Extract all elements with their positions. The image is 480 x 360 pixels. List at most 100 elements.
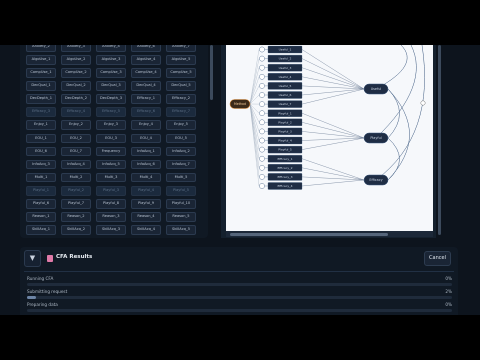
diagram-vertical-scrollbar[interactable] [437, 45, 442, 238]
variable-button[interactable]: Playful_1 [26, 185, 56, 196]
variable-button[interactable]: Reason_2 [61, 212, 91, 222]
variable-button[interactable]: DecQual_5 [166, 81, 196, 91]
step-percent: 0% [445, 276, 452, 281]
variable-button[interactable]: DecQual_2 [61, 81, 91, 91]
variable-button[interactable]: DecQual_3 [96, 81, 126, 91]
variable-button[interactable]: Efficacy_6 [131, 107, 161, 118]
variable-button[interactable]: InfoAcq_6 [131, 159, 161, 170]
variable-button[interactable]: Enjoy_2 [61, 120, 91, 131]
variable-button[interactable]: CompUse_4 [131, 68, 161, 78]
step-label: Preparing data [27, 302, 58, 307]
loading-path [301, 158, 365, 181]
collapse-toggle-button[interactable]: ▼ [24, 250, 41, 267]
variable-button[interactable]: Multi_3 [96, 172, 126, 183]
variable-button[interactable]: InfoAcq_2 [166, 146, 196, 157]
indicator-label: Useful_4 [279, 75, 292, 79]
variable-button[interactable]: DecDepth_2 [61, 94, 91, 104]
variable-button[interactable]: DecDepth_3 [96, 94, 126, 104]
variable-button[interactable]: Efficacy_3 [26, 107, 56, 118]
indicator-label: Efficacy_2 [277, 166, 292, 170]
variable-button[interactable]: Anxiety_6 [131, 45, 161, 52]
variable-button[interactable]: EOU_1 [26, 133, 56, 144]
variable-button[interactable]: CompUse_2 [61, 68, 91, 78]
variable-button[interactable]: InfoAcq_7 [166, 159, 196, 170]
variable-button[interactable]: EOU_6 [26, 146, 56, 157]
variable-button[interactable]: Efficacy_4 [61, 107, 91, 118]
variable-button[interactable]: Playful_9 [131, 198, 161, 209]
variable-button[interactable]: Multi_5 [166, 172, 196, 183]
indicator-label: Useful_1 [279, 48, 292, 52]
variable-button[interactable]: Anxiety_2 [26, 45, 56, 52]
variable-button[interactable]: Reason_5 [166, 212, 196, 222]
variable-button[interactable]: Anxiety_7 [166, 45, 196, 52]
variable-button[interactable]: AlgoUse_3 [96, 55, 126, 65]
variable-button[interactable]: Enjoy_5 [166, 120, 196, 131]
variable-button[interactable]: EOU_2 [61, 133, 91, 144]
variable-button[interactable]: CompUse_3 [96, 68, 126, 78]
variable-button[interactable]: Enjoy_4 [131, 120, 161, 131]
variable-button[interactable]: InfoAcq_3 [26, 159, 56, 170]
variable-button[interactable]: AlgoUse_4 [131, 55, 161, 65]
cancel-button[interactable]: Cancel [424, 251, 451, 266]
variable-button[interactable]: Reason_1 [26, 212, 56, 222]
variable-button[interactable]: Multi_2 [61, 172, 91, 183]
variable-button[interactable]: DecQual_4 [131, 81, 161, 91]
variable-button[interactable]: Playful_2 [61, 185, 91, 196]
variable-button[interactable]: InfoAcq_5 [96, 159, 126, 170]
variable-button[interactable]: CompUse_5 [166, 68, 196, 78]
variable-button[interactable]: InfoAcq_1 [131, 146, 161, 157]
indicator-label: Efficacy_1 [277, 157, 292, 161]
variable-button[interactable]: Anxiety_3 [61, 45, 91, 52]
indicator-label: Useful_6 [279, 93, 292, 97]
variable-button[interactable]: AlgoUse_5 [166, 55, 196, 65]
variable-button[interactable]: CompUse_1 [26, 68, 56, 78]
variable-button[interactable]: Anxiety_4 [96, 45, 126, 52]
indicator-label: Playful_5 [278, 148, 292, 152]
variable-button[interactable]: SkillAcq_2 [61, 225, 91, 235]
path-diagram-canvas[interactable]: Useful_1 Useful_2 Useful_3 Useful_4 Useful_5… [226, 45, 433, 231]
variable-button[interactable]: Playful_3 [96, 185, 126, 196]
scrollbar-thumb[interactable] [209, 45, 213, 100]
variable-button[interactable]: DecDepth_1 [26, 94, 56, 104]
variable-list-scrollbar[interactable] [209, 45, 213, 238]
variable-button[interactable]: Efficacy_7 [166, 107, 196, 118]
variable-button[interactable]: Playful_4 [131, 185, 161, 196]
scrollbar-thumb[interactable] [230, 232, 388, 236]
variable-button[interactable]: AlgoUse_1 [26, 55, 56, 65]
variable-button[interactable]: Efficacy_5 [96, 107, 126, 118]
variable-button[interactable]: Efficacy_1 [131, 94, 161, 104]
variable-button[interactable]: SkillAcq_5 [166, 225, 196, 235]
variable-button[interactable]: Frequency [96, 146, 126, 157]
variable-button[interactable]: AlgoUse_2 [61, 55, 91, 65]
variable-button[interactable]: InfoAcq_4 [61, 159, 91, 170]
variable-button[interactable]: EOU_4 [131, 133, 161, 144]
variable-button[interactable]: SkillAcq_1 [26, 225, 56, 235]
variable-button[interactable]: DecQual_1 [26, 81, 56, 91]
scrollbar-thumb[interactable] [438, 45, 441, 235]
diagram-horizontal-scrollbar[interactable] [226, 231, 433, 237]
progress-bar [27, 283, 452, 286]
indicator-label: Playful_4 [278, 139, 292, 143]
loading-path [301, 167, 365, 181]
results-header: ▼ CFA Results Cancel [20, 247, 458, 270]
variable-button[interactable]: Playful_8 [96, 198, 126, 209]
variable-button[interactable]: Playful_5 [166, 185, 196, 196]
variable-button[interactable]: Enjoy_3 [96, 120, 126, 131]
variable-button[interactable]: Playful_6 [26, 198, 56, 209]
variable-button[interactable]: SkillAcq_4 [131, 225, 161, 235]
variable-button[interactable]: EOU_7 [61, 146, 91, 157]
variable-button[interactable]: SkillAcq_3 [96, 225, 126, 235]
variable-button[interactable]: Playful_7 [61, 198, 91, 209]
error-term [259, 165, 265, 171]
variable-button[interactable]: Efficacy_2 [166, 94, 196, 104]
variable-button[interactable]: EOU_3 [96, 133, 126, 144]
variable-button[interactable]: Reason_3 [96, 212, 126, 222]
variable-button[interactable]: Enjoy_1 [26, 120, 56, 131]
variable-button[interactable]: Multi_1 [26, 172, 56, 183]
variable-grid: Anxiety_2 Anxiety_3 Anxiety_4 Anxiety_6 Anxi… [26, 45, 202, 238]
path-diagram: Useful_1 Useful_2 Useful_3 Useful_4 Useful_5… [229, 45, 426, 190]
variable-button[interactable]: Reason_4 [131, 212, 161, 222]
variable-button[interactable]: Multi_4 [131, 172, 161, 183]
variable-button[interactable]: EOU_5 [166, 133, 196, 144]
variable-button[interactable]: Playful_10 [166, 198, 196, 209]
